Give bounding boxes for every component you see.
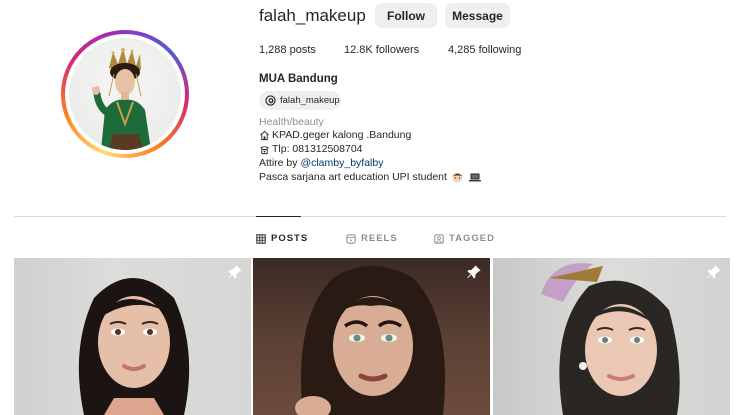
- bio-address: KPAD.geger kalong .Bandung: [259, 129, 411, 141]
- avatar-photo: [69, 38, 181, 150]
- post-photo: [295, 266, 445, 415]
- following-count[interactable]: 4,285 following: [448, 44, 521, 56]
- posts-count: 1,288 posts: [259, 44, 316, 56]
- house-icon: [260, 130, 269, 140]
- bio-attire: Attire by @clamby_byfalby: [259, 157, 384, 169]
- profile-header: falah_makeup Follow Message 1,288 posts …: [0, 0, 740, 215]
- avatar-portrait-image: [92, 48, 151, 150]
- profile-username: falah_makeup: [259, 6, 366, 25]
- bio-phone: Tlp: 081312508704: [259, 143, 363, 155]
- bio-education: Pasca sarjana art education UPI student: [259, 171, 484, 183]
- follow-button[interactable]: Follow: [375, 3, 437, 28]
- reels-icon: [346, 233, 356, 244]
- post-tile[interactable]: [493, 258, 730, 415]
- threads-icon: [265, 95, 276, 106]
- threads-link[interactable]: falah_makeup: [259, 91, 341, 110]
- message-button[interactable]: Message: [445, 3, 510, 28]
- post-tile[interactable]: [253, 258, 490, 415]
- tagged-icon: [434, 233, 444, 244]
- tab-posts[interactable]: POSTS: [256, 233, 308, 244]
- pin-icon: [228, 265, 242, 279]
- pin-icon: [707, 265, 721, 279]
- profile-full-name: MUA Bandung: [259, 73, 338, 85]
- post-photo: [78, 278, 190, 415]
- student-face-emoji-icon: [452, 172, 463, 183]
- telephone-icon: [260, 145, 269, 154]
- post-tile[interactable]: [14, 258, 251, 415]
- profile-avatar[interactable]: [61, 30, 189, 158]
- threads-handle: falah_makeup: [280, 95, 340, 106]
- grid-icon: [256, 233, 266, 244]
- tab-tagged[interactable]: TAGGED: [434, 233, 495, 244]
- followers-count[interactable]: 12.8K followers: [344, 44, 419, 56]
- attire-mention-link[interactable]: @clamby_byfalby: [300, 157, 383, 169]
- active-tab-indicator: [256, 216, 301, 217]
- tabs-divider: [14, 216, 726, 217]
- tab-reels[interactable]: REELS: [346, 233, 398, 244]
- post-photo: [541, 263, 680, 415]
- laptop-emoji-icon: [468, 173, 481, 182]
- pin-icon: [467, 265, 481, 279]
- profile-category: Health/beauty: [259, 116, 324, 128]
